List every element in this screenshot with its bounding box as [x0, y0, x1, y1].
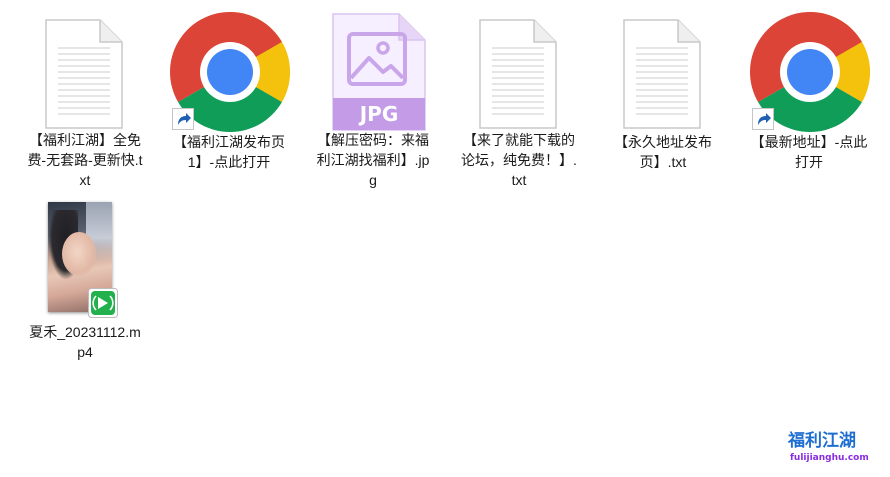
- icon-area: [26, 10, 144, 129]
- icon-area: JPG: [314, 10, 432, 131]
- file-name-label: 【福利江湖发布页1】-点此打开: [173, 134, 285, 170]
- file-grid: 【福利江湖】全免费-无套路-更新快.txt 【福利江湖发布页1】-点此打开 JP…: [0, 0, 890, 477]
- watermark-title: 福利江湖: [788, 431, 856, 451]
- icon-area: [460, 10, 578, 129]
- video-thumbnail: [48, 202, 118, 318]
- icon-area: [750, 10, 870, 132]
- file-item-jpg[interactable]: JPG 【解压密码：来福利江湖找福利】.jpg: [314, 10, 432, 190]
- icon-area: [604, 10, 722, 130]
- file-name-label: 【福利江湖】全免费-无套路-更新快.txt: [27, 132, 143, 188]
- watermark-url: fulijianghu.com: [790, 453, 869, 463]
- file-item-mp4[interactable]: 夏禾_20231112.mp4: [26, 200, 144, 380]
- file-name-label: 【永久地址发布页】.txt: [614, 134, 712, 170]
- jpg-badge-label: JPG: [359, 102, 399, 126]
- file-item-chrome-shortcut-2[interactable]: 【最新地址】-点此打开: [750, 10, 870, 190]
- file-item-chrome-shortcut-1[interactable]: 【福利江湖发布页1】-点此打开: [170, 10, 290, 190]
- icon-area: [26, 200, 144, 320]
- icon-area: [170, 10, 290, 132]
- video-player-icon: [88, 288, 118, 318]
- file-name-label: 【解压密码：来福利江湖找福利】.jpg: [316, 132, 430, 188]
- shortcut-arrow-icon: [752, 108, 774, 130]
- file-item-txt-2[interactable]: 【来了就能下载的论坛，纯免费！】.txt: [460, 10, 578, 190]
- shortcut-arrow-icon: [172, 108, 194, 130]
- file-name-label: 【来了就能下载的论坛，纯免费！】.txt: [461, 132, 577, 188]
- text-document-icon: [45, 19, 123, 129]
- file-name-label: 【最新地址】-点此打开: [750, 134, 868, 170]
- text-document-icon: [623, 19, 701, 129]
- text-document-icon: [479, 19, 557, 129]
- site-watermark-logo: 福利江湖 fulijianghu.com: [788, 430, 884, 470]
- file-name-label: 夏禾_20231112.mp4: [29, 324, 141, 360]
- file-item-txt-1[interactable]: 【福利江湖】全免费-无套路-更新快.txt: [26, 10, 144, 190]
- file-item-txt-3[interactable]: 【永久地址发布页】.txt: [604, 10, 722, 190]
